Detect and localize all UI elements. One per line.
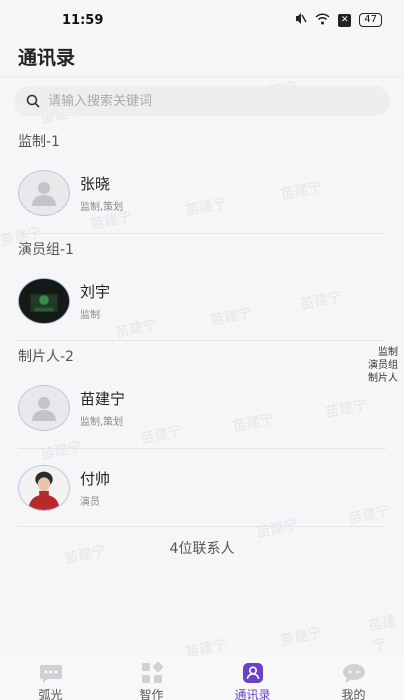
tab-huguang[interactable]: 弧光 [11, 656, 91, 700]
wifi-icon [315, 12, 330, 28]
contact-item[interactable]: 付帅 演员 [18, 458, 388, 518]
divider [18, 448, 386, 449]
person-icon [32, 397, 56, 421]
avatar-placeholder [18, 170, 70, 216]
contacts-icon [240, 662, 266, 684]
index-item[interactable]: 演员组 [368, 359, 398, 372]
search-bar[interactable] [14, 86, 390, 116]
divider [18, 526, 386, 527]
status-icons: ✕ 47 [293, 12, 382, 28]
contact-role: 监制 [80, 310, 100, 321]
contact-name: 刘宇 [80, 283, 111, 301]
section-header: 演员组-1 [18, 242, 74, 258]
contact-item[interactable]: 张晓 监制,策划 [18, 163, 388, 223]
section-header: 制片人-2 [18, 349, 74, 365]
tab-label: 我的 [341, 688, 366, 700]
battery-indicator: 47 [359, 13, 382, 27]
section-header: 监制-1 [18, 134, 60, 150]
watermark-text: 苗建宁 [366, 613, 398, 655]
avatar-photo [18, 465, 70, 511]
page-title: 通讯录 [18, 47, 76, 69]
watermark-text: 苗建宁 [279, 624, 324, 650]
contact-item[interactable]: 刘宇 监制 [18, 271, 388, 331]
index-item[interactable]: 监制 [378, 346, 398, 359]
tab-label: 通讯录 [234, 688, 271, 700]
contact-role: 监制,策划 [80, 417, 124, 428]
header-divider [0, 76, 404, 77]
group-index-bar[interactable]: 监制 演员组 制片人 [368, 346, 398, 385]
tab-mine[interactable]: 我的 [314, 656, 394, 700]
divider [18, 340, 386, 341]
contact-item[interactable]: 苗建宁 监制,策划 [18, 378, 388, 438]
mute-icon [293, 12, 307, 28]
tab-label: 弧光 [38, 688, 63, 700]
person-icon [32, 182, 56, 206]
chat-bubble-icon [38, 662, 64, 684]
contact-name: 付帅 [80, 470, 111, 488]
contact-role: 演员 [80, 497, 100, 508]
avatar-image [19, 466, 69, 510]
tab-label: 智作 [139, 688, 164, 700]
tab-zhizuo[interactable]: 智作 [112, 656, 192, 700]
contact-count: 4位联系人 [169, 541, 235, 557]
message-icon [341, 662, 367, 684]
search-input[interactable] [48, 93, 348, 109]
bottom-tab-bar: 弧光 智作 通讯录 我的 [0, 656, 404, 700]
avatar-photo [18, 278, 70, 324]
index-item[interactable]: 制片人 [368, 372, 398, 385]
avatar-image [19, 279, 69, 323]
contact-role: 监制,策划 [80, 202, 124, 213]
divider [18, 233, 386, 234]
tab-contacts[interactable]: 通讯录 [213, 656, 293, 700]
apps-grid-icon [139, 662, 165, 684]
contact-name: 张晓 [80, 175, 111, 193]
sim-off-icon: ✕ [338, 13, 352, 27]
contact-name: 苗建宁 [80, 390, 126, 408]
avatar-placeholder [18, 385, 70, 431]
status-time: 11:59 [62, 12, 104, 28]
status-bar: 11:59 ✕ 47 [0, 0, 404, 40]
search-icon [26, 94, 40, 108]
